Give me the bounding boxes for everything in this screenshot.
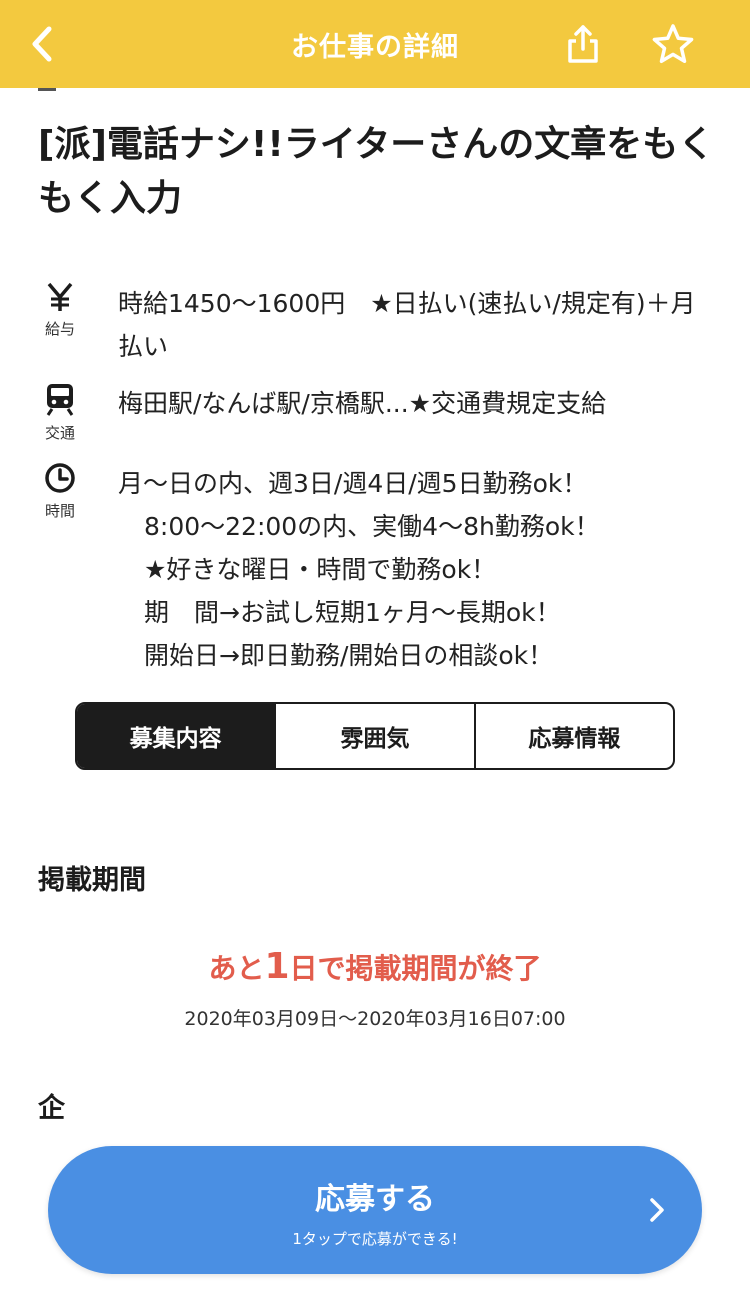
salary-text: 時給1450〜1600円 ★日払い(速払い/規定有)＋月払い — [118, 289, 696, 361]
apply-button[interactable]: 応募する 1タップで応募ができる! — [48, 1146, 702, 1274]
remaining-suffix: 日で掲載期間が終了 — [289, 952, 542, 985]
tab-atmosphere[interactable]: 雰囲気 — [274, 704, 473, 768]
remaining-prefix: あと — [208, 952, 265, 985]
tab-application-info[interactable]: 応募情報 — [473, 704, 673, 768]
hours-line-2: 8:00〜22:00の内、実働4〜8h勤務ok！ — [144, 512, 600, 541]
detail-tabs: 募集内容 雰囲気 応募情報 — [75, 702, 675, 770]
apply-label: 応募する — [315, 1182, 435, 1217]
salary-caption: 給与 — [44, 320, 75, 338]
apply-sub-label: 1タップで応募ができる! — [292, 1230, 458, 1248]
remaining-days: 1 — [264, 946, 290, 987]
train-icon — [46, 384, 74, 416]
hours-caption: 時間 — [44, 502, 75, 520]
access-text: 梅田駅/なんば駅/京橋駅...★交通費規定支給 — [118, 389, 607, 418]
tab-recruitment[interactable]: 募集内容 — [77, 704, 275, 768]
clipped-text-remnant — [38, 88, 478, 94]
favorite-button[interactable] — [633, 0, 713, 88]
star-icon — [652, 24, 694, 64]
clock-icon — [45, 463, 75, 493]
chevron-left-icon — [32, 26, 52, 62]
access-icon-block: 交通 — [38, 382, 82, 443]
hours-text: 月〜日の内、週3日/週4日/週5日勤務ok！ 8:00〜22:00の内、実働4〜… — [118, 462, 718, 677]
access-row: 交通 梅田駅/なんば駅/京橋駅...★交通費規定支給 — [38, 382, 718, 442]
hours-line-4: 期 間→お試し短期1ヶ月〜長期ok！ — [144, 598, 561, 627]
top-bar: お仕事の詳細 — [0, 0, 750, 88]
yen-icon — [47, 282, 73, 311]
remaining-days-notice: あと1日で掲載期間が終了 — [0, 946, 750, 987]
company-section-title: 企 — [38, 1093, 65, 1124]
page-title: お仕事の詳細 — [291, 31, 459, 63]
hours-icon-block: 時間 — [38, 462, 82, 521]
hours-line-5: 開始日→即日勤務/開始日の相談ok！ — [144, 641, 554, 670]
listing-period-dates: 2020年03月09日〜2020年03月16日07:00 — [184, 1008, 566, 1030]
access-caption: 交通 — [44, 424, 75, 442]
share-button[interactable] — [543, 0, 623, 88]
salary-row: 給与 時給1450〜1600円 ★日払い(速払い/規定有)＋月払い — [38, 282, 718, 362]
hours-line-3: ★好きな曜日・時間で勤務ok！ — [144, 555, 497, 584]
job-title: [派]電話ナシ!!ライターさんの文章をもくもく入力 — [38, 124, 715, 219]
salary-icon-block: 給与 — [38, 282, 82, 339]
share-icon — [568, 25, 598, 63]
chevron-right-icon — [650, 1198, 664, 1222]
listing-period-title: 掲載期間 — [38, 865, 146, 896]
hours-row: 時間 月〜日の内、週3日/週4日/週5日勤務ok！ 8:00〜22:00の内、実… — [38, 462, 718, 682]
hours-line-1: 月〜日の内、週3日/週4日/週5日勤務ok！ — [118, 469, 588, 498]
back-button[interactable] — [2, 0, 82, 88]
